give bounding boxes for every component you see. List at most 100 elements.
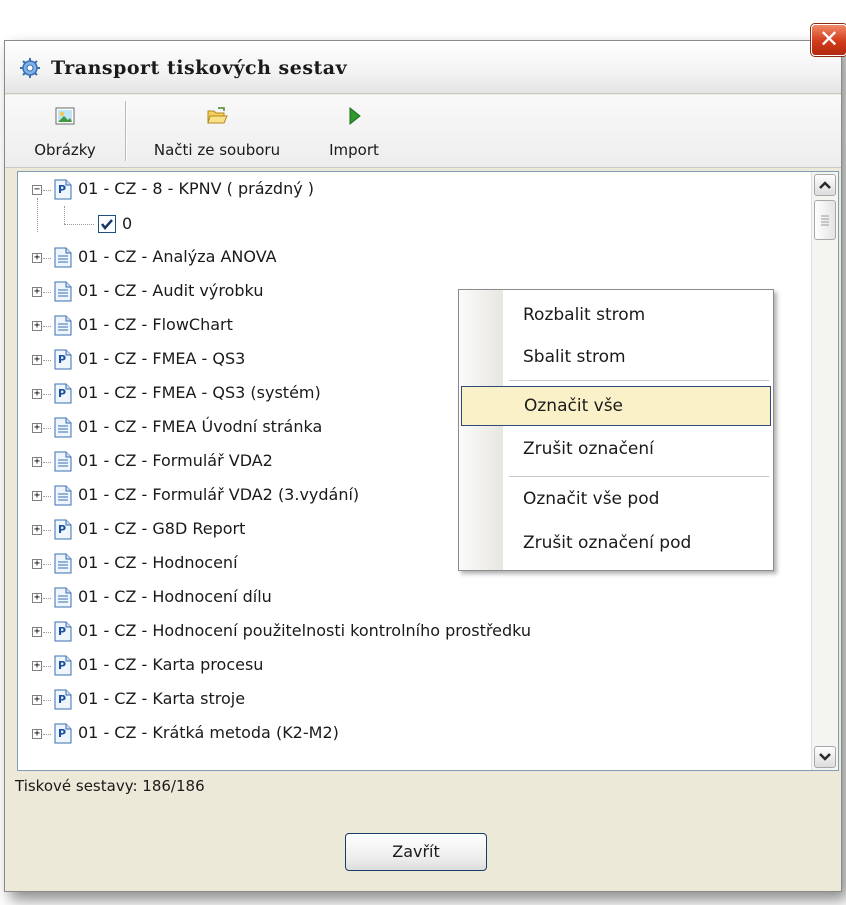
- document-icon: [54, 417, 72, 438]
- app-gear-icon: [20, 58, 40, 78]
- expand-icon[interactable]: +: [32, 661, 42, 671]
- tree-row[interactable]: +01 - CZ - Analýza ANOVA: [18, 242, 812, 275]
- expand-icon[interactable]: +: [32, 389, 42, 399]
- scroll-up-button[interactable]: [814, 174, 836, 196]
- tree-connector: [43, 190, 51, 191]
- tree-connector: [43, 394, 51, 395]
- menu-item-deselect[interactable]: Zrušit označení: [461, 430, 771, 470]
- tree-row-label: 01 - CZ - Analýza ANOVA: [78, 247, 277, 266]
- menu-separator: [509, 476, 769, 477]
- document-icon: [54, 247, 72, 268]
- toolbar: Obrázky Načti ze souboru Import: [5, 95, 841, 168]
- tree-row-label: 01 - CZ - Karta procesu: [78, 655, 264, 674]
- tree-row-label: 01 - CZ - FlowChart: [78, 315, 233, 334]
- menu-item-label: Zrušit označení pod: [523, 533, 692, 553]
- menu-item-deselect-below[interactable]: Zrušit označení pod: [461, 524, 771, 564]
- load-from-file-button[interactable]: Načti ze souboru: [127, 95, 307, 167]
- folder-open-icon: [207, 107, 228, 124]
- menu-item-select-all[interactable]: Označit vše: [461, 386, 771, 426]
- svg-text:P: P: [58, 353, 66, 366]
- tree-row-label: 01 - CZ - G8D Report: [78, 519, 246, 538]
- vertical-scrollbar[interactable]: [811, 172, 838, 770]
- tree-row-label: 01 - CZ - Formulář VDA2 (3.vydání): [78, 485, 360, 504]
- report-p-icon: P: [54, 519, 72, 540]
- report-p-icon: P: [54, 179, 72, 200]
- expand-icon[interactable]: +: [32, 457, 42, 467]
- window-close-button[interactable]: ✕: [811, 24, 846, 56]
- report-p-icon: P: [54, 383, 72, 404]
- tree-row[interactable]: +01 - CZ - Hodnocení dílu: [18, 582, 812, 615]
- menu-item-select-all-below[interactable]: Označit vše pod: [461, 480, 771, 520]
- menu-item-label: Označit vše: [524, 396, 624, 416]
- collapse-icon[interactable]: −: [32, 185, 42, 195]
- document-icon: [54, 281, 72, 302]
- tree-connector: [37, 198, 38, 232]
- tree-row-label: 01 - CZ - Hodnocení použitelnosti kontro…: [78, 621, 532, 640]
- tree-connector: [43, 462, 51, 463]
- svg-text:P: P: [58, 727, 66, 740]
- expand-icon[interactable]: +: [32, 695, 42, 705]
- checkmark-icon: [101, 219, 113, 230]
- tree-row[interactable]: − P 01 - CZ - 8 - KPNV ( prázdný ): [18, 174, 812, 207]
- report-p-icon: P: [54, 655, 72, 676]
- document-icon: [54, 587, 72, 608]
- expand-icon[interactable]: +: [32, 287, 42, 297]
- menu-item-label: Označit vše pod: [523, 489, 660, 509]
- tree-connector: [43, 530, 51, 531]
- menu-item-collapse-tree[interactable]: Sbalit strom: [461, 338, 771, 378]
- images-button[interactable]: Obrázky: [5, 95, 125, 167]
- svg-text:P: P: [58, 659, 66, 672]
- expand-icon[interactable]: +: [32, 627, 42, 637]
- child-checkbox[interactable]: [98, 215, 116, 233]
- tree-connector: [43, 428, 51, 429]
- tree-row-label: 01 - CZ - Karta stroje: [78, 689, 246, 708]
- tree-connector: [43, 292, 51, 293]
- expand-icon[interactable]: +: [32, 593, 42, 603]
- svg-text:P: P: [58, 183, 66, 196]
- tree-row-label: 01 - CZ - Formulář VDA2: [78, 451, 273, 470]
- report-p-icon: P: [54, 349, 72, 370]
- report-p-icon: P: [54, 689, 72, 710]
- tree-connector: [64, 206, 65, 224]
- play-arrow-icon: [349, 106, 361, 126]
- svg-text:P: P: [58, 625, 66, 638]
- tree-connector: [43, 326, 51, 327]
- grip-icon: [821, 215, 829, 226]
- image-icon: [55, 107, 75, 125]
- tree-connector: [43, 700, 51, 701]
- expand-icon[interactable]: +: [32, 729, 42, 739]
- expand-icon[interactable]: +: [32, 525, 42, 535]
- tree-connector: [43, 564, 51, 565]
- expand-icon[interactable]: +: [32, 321, 42, 331]
- tree-row[interactable]: + P 01 - CZ - Krátká metoda (K2-M2): [18, 718, 812, 751]
- scroll-down-button[interactable]: [814, 746, 836, 768]
- menu-separator: [509, 380, 769, 381]
- tree-row-label: 01 - CZ - Audit výrobku: [78, 281, 264, 300]
- tree-row[interactable]: + P 01 - CZ - Karta stroje: [18, 684, 812, 717]
- tree-row-label: 01 - CZ - Krátká metoda (K2-M2): [78, 723, 339, 742]
- scroll-thumb[interactable]: [814, 200, 836, 240]
- document-icon: [54, 451, 72, 472]
- document-icon: [54, 553, 72, 574]
- report-p-icon: P: [54, 621, 72, 642]
- tree-row-label: 01 - CZ - 8 - KPNV ( prázdný ): [78, 179, 315, 198]
- tree-row[interactable]: + P 01 - CZ - Hodnocení použitelnosti kont…: [18, 616, 812, 649]
- expand-icon[interactable]: +: [32, 491, 42, 501]
- svg-text:P: P: [58, 693, 66, 706]
- expand-icon[interactable]: +: [32, 423, 42, 433]
- document-icon: [54, 485, 72, 506]
- chevron-up-icon: [819, 181, 831, 189]
- expand-icon[interactable]: +: [32, 559, 42, 569]
- import-button[interactable]: Import: [309, 95, 399, 167]
- tree-row-label: 01 - CZ - FMEA Úvodní stránka: [78, 417, 323, 436]
- expand-icon[interactable]: +: [32, 253, 42, 263]
- title-bar[interactable]: Transport tiskových sestav: [5, 41, 841, 94]
- svg-text:P: P: [58, 523, 66, 536]
- expand-icon[interactable]: +: [32, 355, 42, 365]
- menu-item-expand-tree[interactable]: Rozbalit strom: [461, 296, 771, 336]
- tree-row[interactable]: + P 01 - CZ - Karta procesu: [18, 650, 812, 683]
- close-dialog-button[interactable]: Zavřít: [345, 833, 487, 871]
- svg-text:P: P: [58, 387, 66, 400]
- close-icon: ✕: [818, 25, 840, 53]
- tree-row-label: 01 - CZ - FMEA - QS3 (systém): [78, 383, 321, 402]
